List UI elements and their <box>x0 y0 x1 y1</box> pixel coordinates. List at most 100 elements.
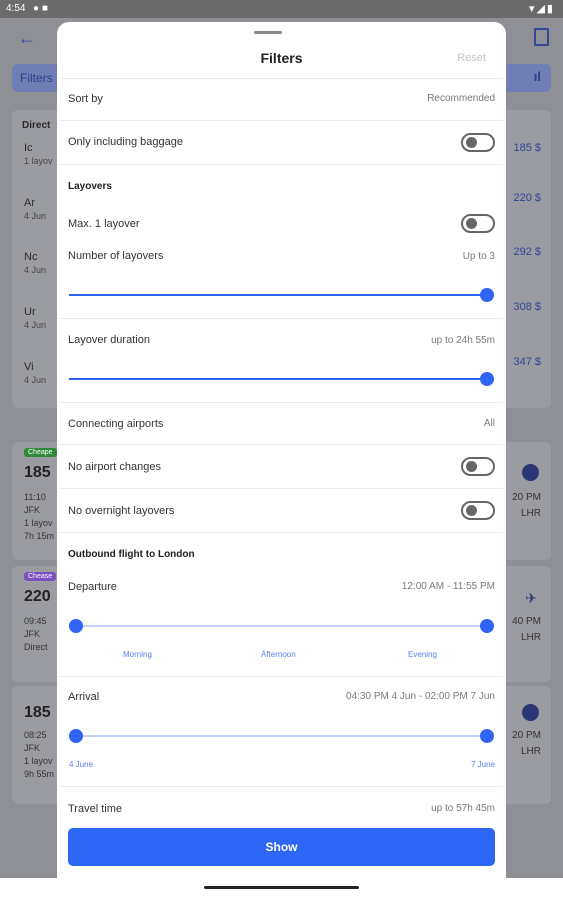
departure-tick-afternoon: Afternoon <box>261 650 296 659</box>
ticket-from: JFK <box>24 505 41 515</box>
airline-logo-icon <box>522 464 539 481</box>
ticket-tag: Chease <box>24 572 57 581</box>
airline-row[interactable]: Vi 4 Jun <box>24 361 46 385</box>
ticket-arr-time: 20 PM <box>512 492 541 503</box>
departure-tick-morning: Morning <box>123 650 152 659</box>
no-airport-changes-label: No airport changes <box>68 461 161 473</box>
ticket-price: 185 <box>24 464 51 481</box>
airline-price: 185 $ <box>513 142 541 154</box>
airline-price: 292 $ <box>513 246 541 258</box>
sort-by-value: Recommended <box>427 93 495 104</box>
airline-logo-icon <box>522 704 539 721</box>
layover-duration-value: up to 24h 55m <box>431 335 495 346</box>
divider <box>60 532 503 533</box>
airline-row[interactable]: Nc 4 Jun <box>24 251 46 275</box>
travel-time-value: up to 57h 45m <box>431 803 495 814</box>
ticket-info: Direct <box>24 642 48 652</box>
number-of-layovers-slider[interactable] <box>69 288 494 302</box>
max-one-layover-label: Max. 1 layover <box>68 218 140 230</box>
baggage-toggle[interactable] <box>461 133 495 152</box>
ticket-price: 185 <box>24 704 51 721</box>
sort-icon[interactable]: ıl <box>534 69 541 84</box>
ticket-to: LHR <box>520 632 541 643</box>
no-overnight-layovers-toggle[interactable] <box>461 501 495 520</box>
ticket-from: JFK <box>24 743 41 753</box>
status-bar: 4:54 ● ■ ▾◢▮ <box>0 0 563 18</box>
ticket-price: 220 <box>24 588 51 605</box>
notification-icons: ● ■ <box>33 3 48 14</box>
slider-max-handle[interactable] <box>480 729 494 743</box>
ticket-arr-time: 20 PM <box>512 730 541 741</box>
baggage-label: Only including baggage <box>68 136 183 148</box>
ticket-to: LHR <box>520 746 541 757</box>
slider-track <box>69 294 494 296</box>
divider <box>60 786 503 787</box>
slider-handle[interactable] <box>480 288 494 302</box>
departure-tick-evening: Evening <box>408 650 437 659</box>
divider <box>60 444 503 445</box>
departure-range-slider[interactable] <box>69 619 494 633</box>
sort-by-label: Sort by <box>68 93 103 105</box>
back-arrow-icon[interactable]: ← <box>18 28 36 49</box>
layover-duration-label: Layover duration <box>68 334 150 346</box>
ticket-to: LHR <box>520 508 541 519</box>
system-icons: ▾◢▮ <box>528 3 555 15</box>
divider <box>60 676 503 677</box>
airline-price: 308 $ <box>513 301 541 313</box>
layovers-header: Layovers <box>68 181 112 192</box>
departure-label: Departure <box>68 581 117 593</box>
drag-handle[interactable] <box>254 31 282 34</box>
reset-button[interactable]: Reset <box>457 52 486 64</box>
arrival-label: Arrival <box>68 691 100 703</box>
airline-row[interactable]: Ar 4 Jun <box>24 197 46 221</box>
airline-row[interactable]: Ur 4 Jun <box>24 306 46 330</box>
home-indicator[interactable] <box>204 886 359 889</box>
connecting-airports-label: Connecting airports <box>68 418 164 430</box>
departure-value: 12:00 AM - 11:55 PM <box>401 581 495 592</box>
slider-min-handle[interactable] <box>69 729 83 743</box>
slider-handle[interactable] <box>480 372 494 386</box>
divider <box>60 164 503 165</box>
travel-time-label: Travel time <box>68 803 122 815</box>
ticket-info: 1 layov <box>24 756 53 766</box>
direct-label: Direct <box>22 120 51 131</box>
airline-price: 220 $ <box>513 192 541 204</box>
ticket-arr-time: 40 PM <box>512 616 541 627</box>
ticket-dep-time: 09:45 <box>24 616 47 626</box>
layover-duration-slider[interactable] <box>69 372 494 386</box>
no-airport-changes-toggle[interactable] <box>461 457 495 476</box>
connecting-airports-value: All <box>483 418 495 429</box>
number-of-layovers-value: Up to 3 <box>462 251 495 262</box>
status-time: 4:54 <box>6 3 26 14</box>
slider-min-handle[interactable] <box>69 619 83 633</box>
filter-bar-label: Filters <box>20 71 53 85</box>
divider <box>60 78 503 79</box>
number-of-layovers-label: Number of layovers <box>68 250 164 262</box>
airline-row[interactable]: Ic 1 layov <box>24 142 53 166</box>
arrival-end-label: 7 June <box>470 760 495 769</box>
ticket-dep-time: 08:25 <box>24 730 47 740</box>
ticket-tag: Cheape <box>24 448 57 457</box>
slider-track <box>69 735 494 737</box>
no-overnight-layovers-label: No overnight layovers <box>68 505 175 517</box>
ticket-dep-time: 11:10 <box>24 492 46 502</box>
airline-price: 347 $ <box>513 356 541 368</box>
ticket-extra: 9h 55m <box>24 769 55 779</box>
show-button[interactable]: Show <box>68 828 495 866</box>
divider <box>60 402 503 403</box>
ticket-extra: 7h 15m <box>24 531 55 541</box>
divider <box>60 318 503 319</box>
slider-track <box>69 378 494 380</box>
max-one-layover-toggle[interactable] <box>461 214 495 233</box>
filters-sheet: Filters Reset Sort by Recommended Only i… <box>57 22 506 878</box>
slider-track <box>69 625 494 627</box>
slider-max-handle[interactable] <box>480 619 494 633</box>
arrival-start-label: 4 June <box>69 760 94 769</box>
sheet-title: Filters <box>260 50 303 66</box>
ticket-info: 1 layov <box>24 518 53 528</box>
bookmark-icon[interactable] <box>534 28 549 46</box>
arrival-value: 04:30 PM 4 Jun - 02:00 PM 7 Jun <box>346 691 495 702</box>
divider <box>60 488 503 489</box>
arrival-range-slider[interactable] <box>69 729 494 743</box>
ticket-from: JFK <box>24 629 41 639</box>
